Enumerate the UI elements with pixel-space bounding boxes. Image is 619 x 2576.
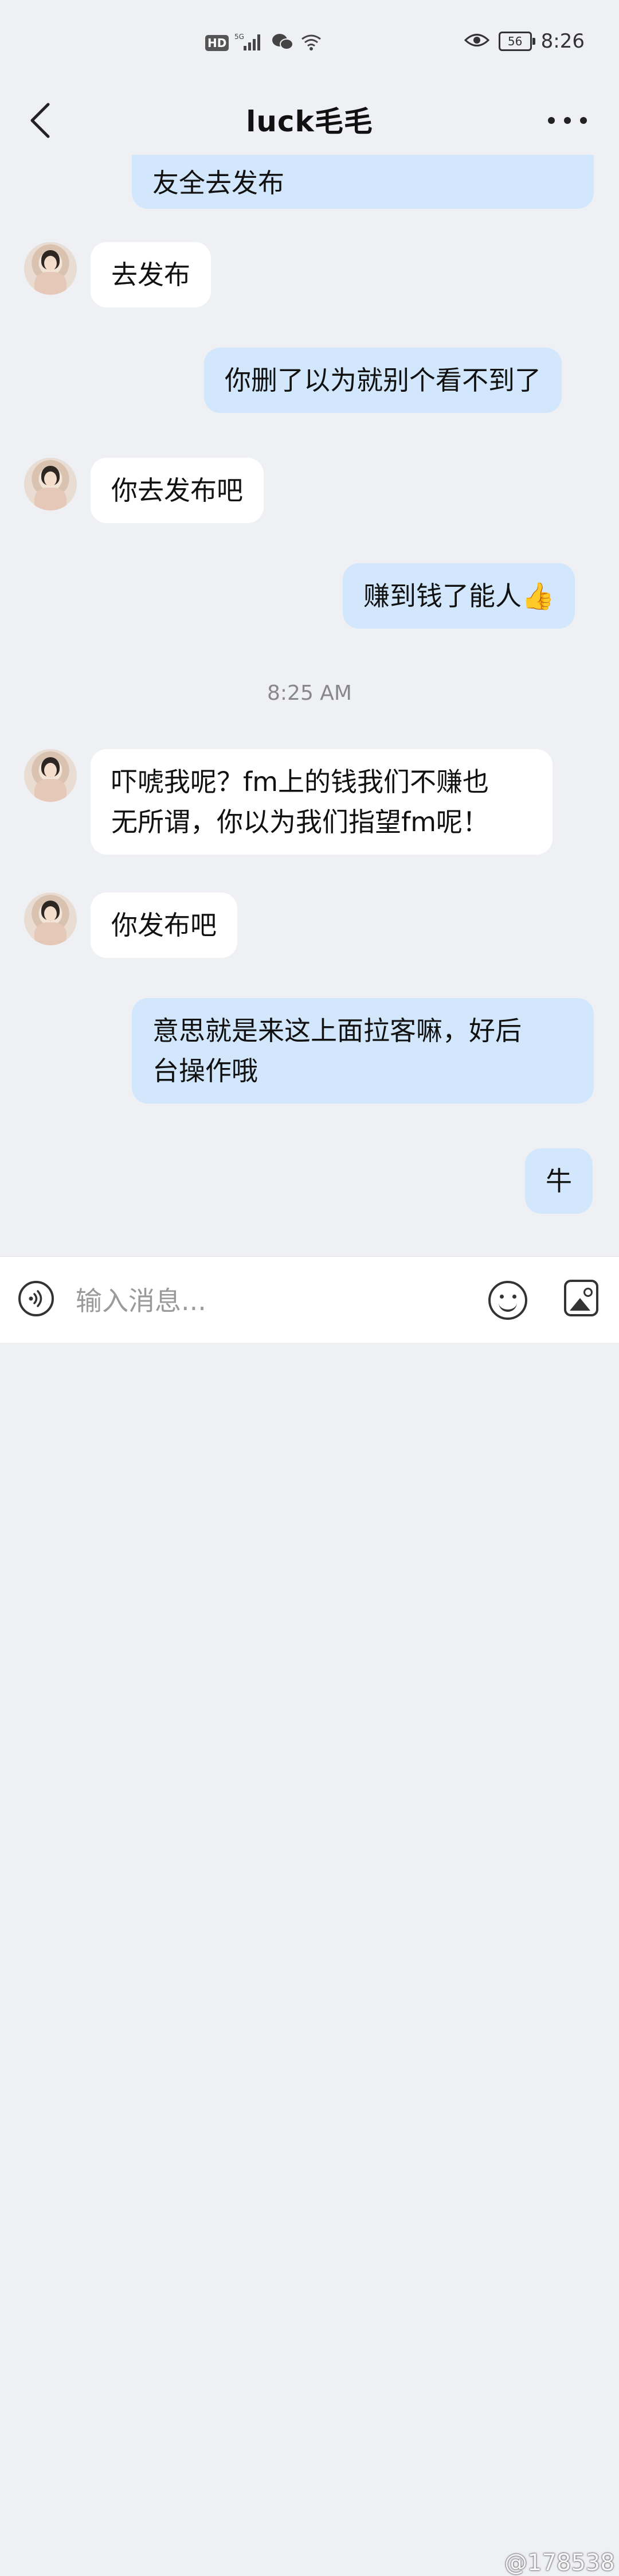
- message-bubble-outgoing[interactable]: 友全去发布: [132, 155, 594, 209]
- status-time: 8:26: [540, 30, 585, 53]
- message-input[interactable]: [75, 1277, 421, 1324]
- avatar[interactable]: [24, 749, 77, 802]
- message-bubble-incoming[interactable]: 你去发布吧: [91, 458, 264, 523]
- wechat-icon: [271, 32, 294, 54]
- chat-header: luck毛毛: [0, 86, 619, 155]
- signal-icon: 5G: [234, 32, 265, 54]
- image-button[interactable]: [564, 1280, 598, 1316]
- message-bubble-outgoing[interactable]: 赚到钱了能人👍: [343, 563, 575, 629]
- message-bubble-incoming[interactable]: 去发布: [91, 242, 211, 307]
- watermark: @178538: [504, 2550, 615, 2576]
- status-right: 56 8:26: [464, 30, 585, 53]
- battery-icon: 56: [498, 32, 535, 51]
- voice-button[interactable]: [18, 1281, 54, 1316]
- eye-icon: [464, 32, 489, 51]
- image-icon: [583, 1288, 593, 1297]
- emoji-icon: [500, 1295, 504, 1299]
- avatar[interactable]: [24, 458, 77, 510]
- message-bubble-outgoing[interactable]: 意思就是来这上面拉客嘛，好后 台操作哦: [132, 998, 594, 1104]
- more-button[interactable]: [544, 103, 590, 138]
- hd-icon: HD: [205, 35, 229, 51]
- voice-icon: [29, 1290, 42, 1307]
- wifi-icon: [300, 32, 323, 54]
- svg-text:5G: 5G: [234, 33, 244, 41]
- input-bar: @178538: [0, 1256, 619, 2576]
- message-bubble-incoming[interactable]: 吓唬我呢？fm上的钱我们不赚也 无所谓，你以为我们指望fm呢！: [91, 749, 553, 855]
- message-bubble-incoming[interactable]: 你发布吧: [91, 893, 237, 958]
- message-timestamp: 8:25 AM: [267, 681, 352, 705]
- message-bubble-outgoing[interactable]: 牛: [525, 1148, 593, 1214]
- status-bar: HD 5G 56 8:26: [0, 0, 619, 86]
- chat-messages[interactable]: 友全去发布 去发布 你删了以为就别个看不到了 你去发布吧 赚到钱了能人👍 8:2…: [0, 155, 619, 1256]
- avatar[interactable]: [24, 893, 77, 945]
- status-left: HD 5G: [205, 32, 323, 54]
- emoji-button[interactable]: [488, 1281, 527, 1320]
- page-title: luck毛毛: [246, 105, 373, 138]
- message-bubble-outgoing[interactable]: 你删了以为就别个看不到了: [204, 348, 562, 413]
- avatar[interactable]: [24, 242, 77, 295]
- more-dots-icon: [548, 117, 587, 124]
